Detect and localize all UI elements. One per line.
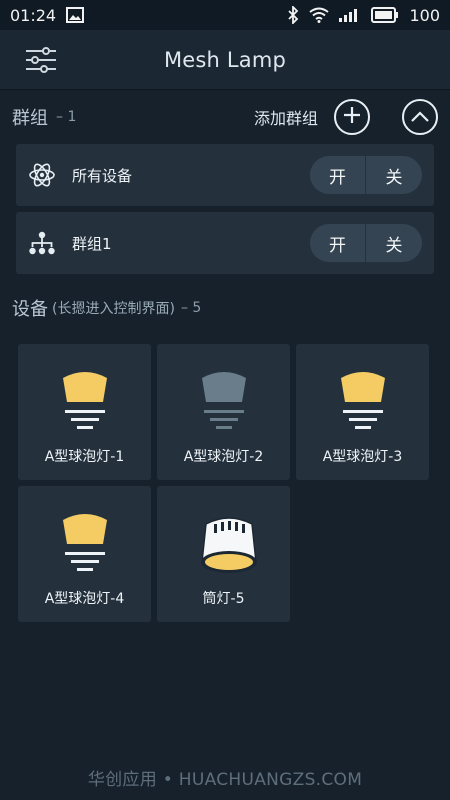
bulb-icon [55, 368, 115, 440]
device-name: A型球泡灯-4 [44, 591, 125, 607]
app-title: Mesh Lamp [163, 47, 287, 72]
plus-icon [343, 106, 361, 128]
device-name: A型球泡灯-1 [44, 449, 125, 465]
device-grid: A型球泡灯-1 A型球泡灯-2 A型球泡灯-3 A型球泡灯-4 筒灯-5 [0, 344, 450, 622]
wifi-icon [309, 7, 330, 23]
devices-count: – 5 [180, 300, 202, 316]
devices-hint: (长摁进入控制界面) [52, 301, 175, 317]
groups-header: 群组 – 1 添加群组 [0, 90, 450, 144]
on-button[interactable]: 开 [310, 224, 366, 262]
status-time: 01:24 [10, 5, 57, 25]
status-bar: 01:24 100 [0, 0, 450, 30]
on-button[interactable]: 开 [310, 156, 366, 194]
bulb-icon [194, 368, 254, 440]
group-row-all-devices[interactable]: 所有设备 开 关 [16, 144, 434, 206]
battery-icon [371, 7, 399, 23]
downlight-icon [194, 510, 257, 582]
watermark: 华创应用 • HUACHUANGZS.COM [87, 770, 363, 790]
battery-level: 100 [409, 5, 440, 25]
device-name: A型球泡灯-3 [322, 449, 403, 465]
add-group-button[interactable] [334, 99, 370, 135]
devices-label: 设备 [12, 299, 48, 320]
bulb-icon [55, 510, 115, 582]
group-toggle: 开 关 [310, 224, 422, 262]
off-button[interactable]: 关 [366, 224, 422, 262]
group-toggle: 开 关 [310, 156, 422, 194]
atom-icon [28, 161, 56, 189]
device-card[interactable]: A型球泡灯-2 [157, 344, 290, 480]
settings-sliders-icon[interactable] [24, 43, 58, 77]
group-row-group1[interactable]: 群组1 开 关 [16, 212, 434, 274]
chevron-up-icon [411, 108, 429, 127]
off-button[interactable]: 关 [366, 156, 422, 194]
bulb-icon [333, 368, 393, 440]
device-name: A型球泡灯-2 [183, 449, 264, 465]
group-name: 群组1 [72, 234, 112, 253]
hierarchy-icon [28, 229, 56, 257]
device-card[interactable]: A型球泡灯-4 [18, 486, 151, 622]
group-name: 所有设备 [72, 166, 133, 185]
bluetooth-icon [287, 6, 299, 24]
app-bar: Mesh Lamp [0, 30, 450, 90]
devices-header: 设备 (长摁进入控制界面) – 5 [0, 280, 450, 336]
device-card[interactable]: 筒灯-5 [157, 486, 290, 622]
add-group-label[interactable]: 添加群组 [254, 105, 318, 129]
groups-label: 群组 [12, 108, 48, 129]
signal-icon [339, 8, 361, 22]
groups-count: – 1 [56, 109, 77, 125]
collapse-button[interactable] [402, 99, 438, 135]
device-card[interactable]: A型球泡灯-1 [18, 344, 151, 480]
device-name: 筒灯-5 [202, 591, 245, 607]
device-card[interactable]: A型球泡灯-3 [296, 344, 429, 480]
image-notification-icon [66, 7, 85, 23]
